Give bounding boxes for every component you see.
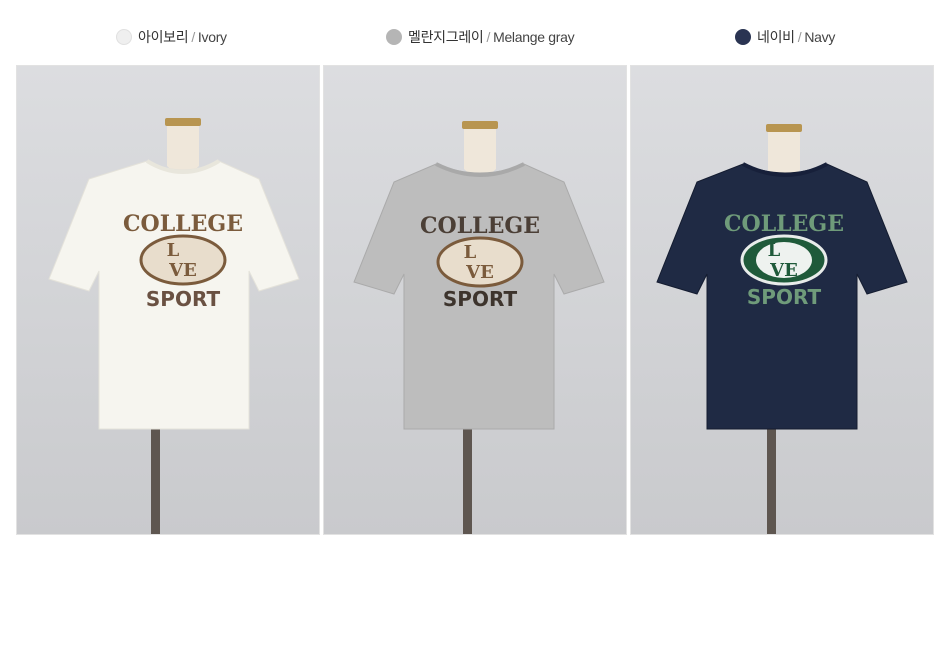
shirt-illustration: COLLEGE L VE SPORT — [17, 66, 319, 534]
product-photo-navy[interactable]: COLLEGE L VE SPORT — [630, 65, 934, 535]
color-option-melange-gray[interactable]: 멜란지그레이 / Melange gray — [386, 26, 575, 48]
color-name-ko: 멜란지그레이 — [408, 29, 484, 45]
graphic-sport-text: SPORT — [443, 287, 518, 311]
color-name-en: Navy — [804, 29, 836, 45]
graphic-l-text: L — [768, 240, 781, 261]
color-name-en: Melange gray — [493, 29, 575, 45]
graphic-college-text: COLLEGE — [420, 213, 540, 239]
separator: / — [486, 29, 491, 45]
graphic-sport-text: SPORT — [146, 287, 221, 311]
graphic-college-text: COLLEGE — [724, 211, 844, 237]
navy-swatch-icon — [735, 29, 751, 45]
color-name-ko: 아이보리 — [138, 29, 189, 45]
graphic-ve-text: VE — [168, 260, 197, 281]
product-photo-ivory[interactable]: COLLEGE L VE SPORT — [16, 65, 320, 535]
color-name-en: Ivory — [197, 29, 227, 45]
color-option-ivory[interactable]: 아이보리 / Ivory — [116, 26, 227, 48]
graphic-ve-text: VE — [465, 262, 494, 283]
color-name-ko: 네이비 — [757, 29, 795, 45]
shirt-illustration: COLLEGE L VE SPORT — [631, 66, 933, 534]
graphic-l-text: L — [464, 242, 477, 263]
graphic-ve-text: VE — [769, 260, 798, 281]
color-option-navy[interactable]: 네이비 / Navy — [735, 26, 835, 48]
color-options-row: 아이보리 / Ivory 멜란지그레이 / Melange gray 네이비 /… — [0, 26, 950, 48]
separator: / — [797, 29, 802, 45]
shirt-illustration: COLLEGE L VE SPORT — [324, 66, 626, 534]
separator: / — [191, 29, 195, 45]
melange-gray-swatch-icon — [386, 29, 402, 45]
graphic-sport-text: SPORT — [747, 285, 822, 309]
graphic-college-text: COLLEGE — [123, 211, 243, 237]
ivory-swatch-icon — [116, 29, 132, 45]
product-photo-melange-gray[interactable]: COLLEGE L VE SPORT — [323, 65, 627, 535]
graphic-l-text: L — [167, 240, 180, 261]
